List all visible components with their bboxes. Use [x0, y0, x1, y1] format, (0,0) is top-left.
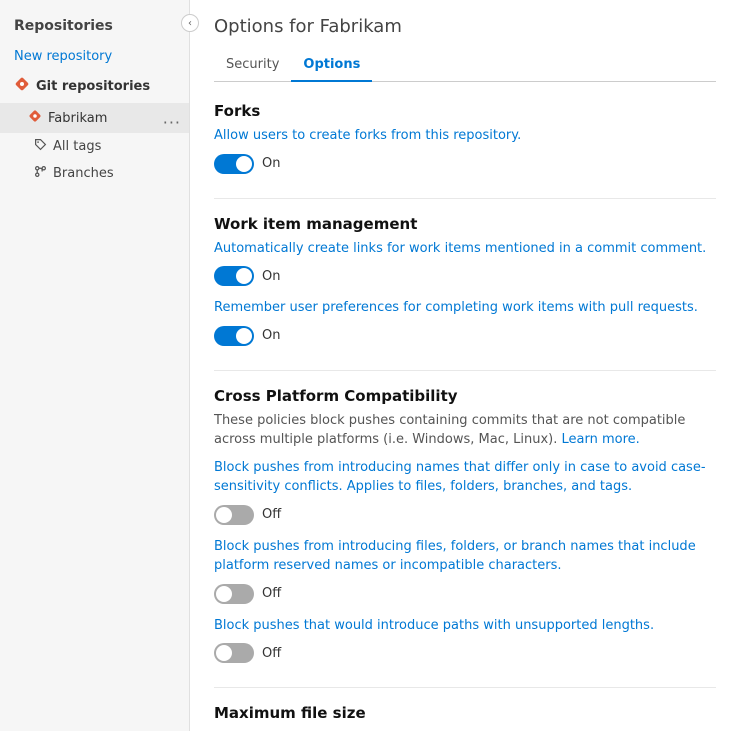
cross-platform-toggle2[interactable] — [214, 584, 254, 604]
forks-toggle[interactable] — [214, 154, 254, 174]
max-file-size-title: Maximum file size — [214, 704, 716, 722]
git-repositories-section[interactable]: Git repositories — [0, 69, 189, 103]
work-item-toggle1-desc: Automatically create links for work item… — [214, 239, 716, 259]
work-item-toggle1-label: On — [262, 269, 280, 284]
cross-platform-section: Cross Platform Compatibility These polic… — [214, 387, 716, 664]
toggle-knob — [236, 268, 252, 284]
toggle-knob — [216, 507, 232, 523]
cross-platform-toggle1-row: Off — [214, 505, 716, 525]
cross-platform-desc: These policies block pushes containing c… — [214, 411, 716, 450]
cross-platform-toggle1-label: Off — [262, 507, 281, 522]
work-item-toggle2-desc: Remember user preferences for completing… — [214, 298, 716, 318]
tab-bar: Security Options — [214, 49, 716, 82]
toggle-knob — [216, 645, 232, 661]
toggle-knob — [216, 586, 232, 602]
sidebar-item-fabrikam[interactable]: Fabrikam ... — [0, 103, 189, 133]
cross-platform-toggle2-desc: Block pushes from introducing files, fol… — [214, 537, 716, 576]
repo-icon — [28, 109, 42, 127]
branch-icon — [34, 165, 47, 182]
cross-platform-toggle3-label: Off — [262, 646, 281, 661]
all-tags-label: All tags — [53, 139, 101, 154]
toggle-knob — [236, 156, 252, 172]
collapse-button[interactable]: ‹ — [181, 14, 199, 32]
max-file-size-section: Maximum file size Block pushes that cont… — [214, 704, 716, 731]
tab-options[interactable]: Options — [291, 49, 372, 82]
forks-title: Forks — [214, 102, 716, 120]
forks-description: Allow users to create forks from this re… — [214, 126, 716, 146]
git-section-label: Git repositories — [36, 79, 150, 94]
branches-label: Branches — [53, 166, 114, 181]
forks-toggle-row: On — [214, 154, 716, 174]
cross-platform-toggle2-row: Off — [214, 584, 716, 604]
divider-1 — [214, 198, 716, 199]
sidebar-item-all-tags[interactable]: All tags — [0, 133, 189, 160]
divider-3 — [214, 687, 716, 688]
cross-platform-title: Cross Platform Compatibility — [214, 387, 716, 405]
work-item-toggle1[interactable] — [214, 266, 254, 286]
sidebar: ‹ Repositories New repository Git reposi… — [0, 0, 190, 731]
work-item-toggle2-label: On — [262, 328, 280, 343]
tag-icon — [34, 138, 47, 155]
work-item-toggle2[interactable] — [214, 326, 254, 346]
sidebar-title: Repositories — [0, 12, 189, 44]
work-item-title: Work item management — [214, 215, 716, 233]
new-repository-link[interactable]: New repository — [0, 44, 189, 69]
forks-section: Forks Allow users to create forks from t… — [214, 102, 716, 174]
toggle-knob — [236, 328, 252, 344]
main-content: Options for Fabrikam Security Options Fo… — [190, 0, 740, 731]
cross-platform-toggle1-desc: Block pushes from introducing names that… — [214, 458, 716, 497]
repo-name: Fabrikam — [48, 111, 107, 126]
cross-platform-toggle3-desc: Block pushes that would introduce paths … — [214, 616, 716, 636]
cross-platform-toggle2-label: Off — [262, 586, 281, 601]
forks-toggle-label: On — [262, 156, 280, 171]
work-item-section: Work item management Automatically creat… — [214, 215, 716, 346]
cross-platform-toggle3-row: Off — [214, 643, 716, 663]
cross-platform-toggle1[interactable] — [214, 505, 254, 525]
work-item-toggle1-row: On — [214, 266, 716, 286]
cross-platform-toggle3[interactable] — [214, 643, 254, 663]
tab-security[interactable]: Security — [214, 49, 291, 82]
item-actions-menu[interactable]: ... — [163, 109, 181, 128]
work-item-toggle2-row: On — [214, 326, 716, 346]
sidebar-item-branches[interactable]: Branches — [0, 160, 189, 187]
page-title: Options for Fabrikam — [214, 16, 716, 37]
git-icon — [14, 76, 30, 96]
divider-2 — [214, 370, 716, 371]
learn-more-link[interactable]: Learn more. — [562, 432, 640, 447]
